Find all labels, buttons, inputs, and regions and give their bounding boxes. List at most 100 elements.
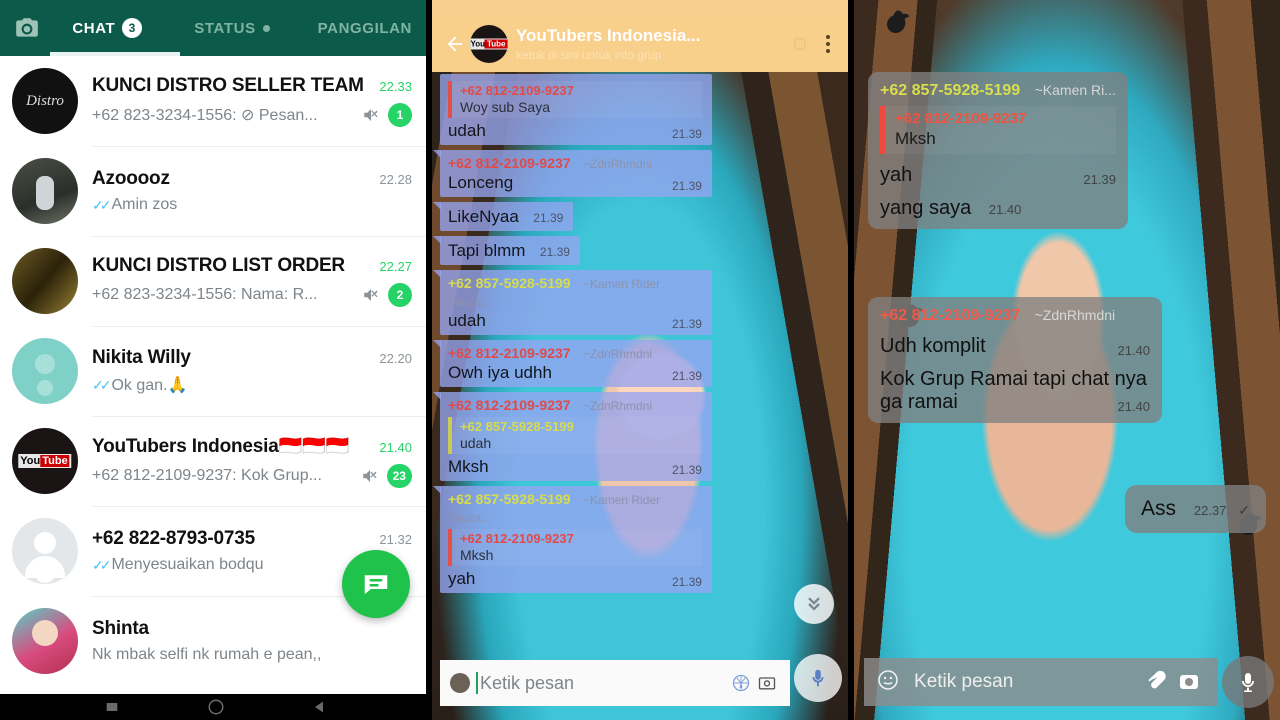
tab-panggilan[interactable]: PANGGILAN <box>314 0 416 56</box>
message-line: Ass 22.37 ✓ <box>1141 497 1250 521</box>
message-time: 21.40 <box>1117 343 1151 358</box>
paperclip-icon[interactable] <box>1138 670 1172 694</box>
tab-chat[interactable]: CHAT 3 <box>68 0 146 56</box>
message-bubble[interactable]: +62 812-2109-9237 ~ZdnRhmdni Udh komplit… <box>868 297 1163 423</box>
message-bubble[interactable]: +62 812-2109-9237 ~ZdnRhmdni Lonceng 21.… <box>432 150 712 197</box>
message-sender: +62 812-2109-9237 <box>880 307 1021 324</box>
message-time: 21.39 <box>539 245 570 259</box>
scroll-to-bottom-button[interactable] <box>794 584 835 624</box>
message-text: Kok Grup Ramai tapi chat nya ga ramai <box>880 368 1147 413</box>
bubble-tail <box>432 486 441 494</box>
quote-sender: +62 812-2109-9237 <box>459 531 574 546</box>
back-arrow-icon[interactable] <box>440 33 470 55</box>
message-time: 21.40 <box>988 202 1022 217</box>
quote-text: udah <box>459 435 492 451</box>
new-chat-button[interactable] <box>341 550 410 618</box>
quote-text: Woy sub Saya <box>459 99 550 115</box>
avatar <box>12 158 78 224</box>
read-receipt-icon: ✓✓ <box>92 196 112 213</box>
message-thread[interactable]: +62 857-5928-5199 ~Kamen Ri... +62 812-2… <box>854 72 1280 652</box>
message-bubble[interactable]: +62 812-2109-9237 ~ZdnRhmdni Owh iya udh… <box>432 340 712 387</box>
message-bubble[interactable]: +62 857-5928-5199 ~Kamen Ri... +62 812-2… <box>868 72 1128 229</box>
bubble-tail <box>432 270 441 278</box>
chat-preview: +62 823-3234-1556: ⊘ Pesan... <box>92 107 318 124</box>
message-input-bar[interactable]: Ketik pesan <box>864 658 1218 706</box>
bubble-tail <box>432 340 441 348</box>
list-item[interactable]: KUNCI DISTRO LIST ORDER 22.27 +62 823-32… <box>0 236 426 326</box>
list-item[interactable]: Nikita Willy 22.20 ✓✓ Ok gan.🙏 <box>0 326 426 416</box>
chat-time: 22.27 <box>379 259 412 274</box>
message-time: 21.39 <box>671 369 702 383</box>
sticker-icon[interactable] <box>728 673 754 693</box>
chat-name: +62 822-8793-0735 <box>92 528 255 549</box>
overflow-menu-icon[interactable] <box>816 35 840 53</box>
camera-icon[interactable] <box>754 673 780 693</box>
avatar: You Tube <box>12 428 78 494</box>
mic-icon <box>1242 673 1254 692</box>
message-text: udah <box>447 311 486 330</box>
mute-icon <box>360 467 380 485</box>
quote-sender: +62 812-2109-9237 <box>895 110 1027 127</box>
chat-name: Azooooz <box>92 168 170 189</box>
message-bubble[interactable]: Tapi blmm 21.39 <box>432 236 580 265</box>
mute-icon <box>361 106 381 124</box>
tab-panggilan-label: PANGGILAN <box>317 19 412 37</box>
message-input[interactable]: Ketik pesan <box>475 671 728 694</box>
message-input-bar[interactable]: Ketik pesan <box>439 660 791 706</box>
whatsapp-group-chat-panel-mid: You Tube YouTubers Indonesia... ketuk di … <box>431 0 849 720</box>
recents-icon[interactable] <box>103 699 121 715</box>
status-dot-icon <box>262 24 270 32</box>
message-sender: +62 812-2109-9237 <box>447 155 571 171</box>
emoji-icon[interactable] <box>876 668 900 697</box>
message-bubble[interactable]: +62 857-5928-5199 ~Kamen Rider Fauza... … <box>432 270 712 335</box>
message-text: Ass <box>1141 497 1177 520</box>
avatar <box>12 68 78 134</box>
tab-bar: CHAT 3 STATUS PANGGILAN <box>44 0 416 56</box>
message-thread[interactable]: +62 812-2109-9237 Woy sub Saya udah 21.3… <box>432 72 848 658</box>
tab-chat-label: CHAT <box>72 19 116 37</box>
goku-sticker-icon <box>882 6 912 40</box>
home-icon[interactable] <box>207 698 225 716</box>
message-text: Mksh <box>447 457 489 476</box>
tab-status[interactable]: STATUS <box>190 0 273 56</box>
outgoing-message-bubble[interactable]: Ass 22.37 ✓ <box>1125 485 1266 533</box>
chat-list[interactable]: KUNCI DISTRO SELLER TEAM 22.33 +62 823-3… <box>0 56 426 694</box>
chat-preview: +62 812-2109-9237: Kok Grup... <box>92 467 322 484</box>
back-icon[interactable] <box>311 699 327 715</box>
message-time: 21.39 <box>671 463 702 477</box>
group-avatar[interactable]: You Tube <box>469 25 508 63</box>
voice-record-button[interactable] <box>794 654 843 702</box>
message-bubble[interactable]: +62 812-2109-9237 ~ZdnRhmdni +62 857-592… <box>432 392 712 481</box>
avatar <box>12 338 78 404</box>
quoted-message: +62 857-5928-5199 udah <box>447 417 702 454</box>
chat-header: You Tube YouTubers Indonesia... ketuk di … <box>431 16 849 72</box>
message-sender: +62 812-2109-9237 <box>447 345 571 361</box>
camera-icon[interactable] <box>10 11 44 45</box>
list-item[interactable]: KUNCI DISTRO SELLER TEAM 22.33 +62 823-3… <box>0 56 426 146</box>
message-input[interactable]: Ketik pesan <box>914 671 1138 693</box>
message-line: Kok Grup Ramai tapi chat nya ga ramai 21… <box>880 368 1150 414</box>
voice-record-button[interactable] <box>1222 656 1274 708</box>
chat-time: 21.32 <box>379 532 412 547</box>
message-bubble[interactable]: +62 857-5928-5199 ~Kamen Rider Fauza... … <box>432 486 712 593</box>
chat-time: 22.20 <box>379 351 412 366</box>
bubble-tail <box>432 202 441 210</box>
quote-text: Mksh <box>459 547 494 563</box>
list-item[interactable]: Azooooz 22.28 ✓✓ Amin zos <box>0 146 426 236</box>
message-pushname: ~Kamen Ri... <box>1034 82 1116 98</box>
list-item[interactable]: You Tube YouTubers Indonesia🇮🇩🇮🇩🇮🇩 21.40 … <box>0 416 426 506</box>
camera-icon[interactable] <box>1172 670 1206 694</box>
message-bubble[interactable]: LikeNyaa 21.39 <box>432 202 574 231</box>
chat-header-titles[interactable]: YouTubers Indonesia... ketuk di sini unt… <box>516 26 786 62</box>
emoji-icon[interactable] <box>449 673 470 693</box>
bubble-tail <box>432 236 441 244</box>
message-bubble[interactable]: +62 812-2109-9237 Woy sub Saya udah 21.3… <box>439 74 712 145</box>
message-sender: +62 857-5928-5199 <box>447 275 571 291</box>
chat-name: KUNCI DISTRO SELLER TEAM <box>92 75 364 96</box>
message-text: Lonceng <box>447 173 514 192</box>
video-call-icon[interactable] <box>786 34 816 54</box>
chat-time: 22.33 <box>379 79 412 94</box>
message-input-placeholder: Ketik pesan <box>914 671 1014 692</box>
message-line: yang saya 21.40 <box>880 197 1116 220</box>
new-chat-icon <box>364 575 388 594</box>
